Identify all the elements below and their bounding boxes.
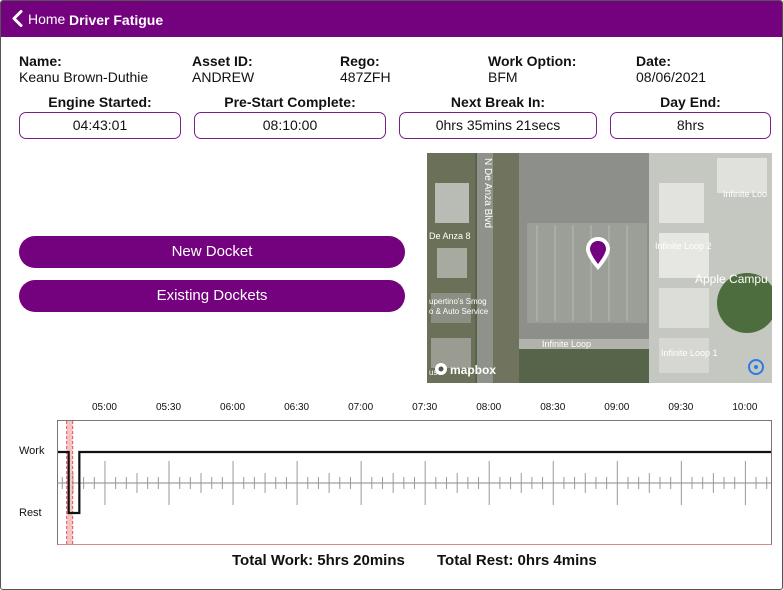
date-field: Date: 08/06/2021	[636, 53, 706, 85]
map-label-apple: Apple Campu	[695, 272, 768, 286]
rego-label: Rego:	[340, 53, 380, 69]
time-tick-label: 05:30	[156, 402, 182, 413]
work-option-label: Work Option:	[488, 53, 577, 69]
map-label-il2: Infinite Loop 2	[655, 241, 712, 251]
time-tick-label: 05:00	[91, 402, 117, 413]
day-end-label: Day End:	[660, 94, 721, 110]
map-label-smog-1: upertino's Smog	[429, 297, 487, 306]
map-label-smog-2: o & Auto Service	[429, 307, 489, 316]
new-docket-button[interactable]: New Docket	[19, 236, 405, 268]
home-back-button[interactable]: Home	[11, 10, 65, 27]
time-tick-label: 06:30	[284, 402, 310, 413]
day-end-value: 8hrs	[610, 112, 771, 139]
asset-id-field: Asset ID: ANDREW	[192, 53, 254, 85]
prestart-label: Pre-Start Complete:	[224, 94, 356, 110]
rego-value: 487ZFH	[340, 69, 391, 85]
work-option-value: BFM	[488, 69, 518, 85]
time-tick-label: 07:30	[412, 402, 438, 413]
engine-started-label: Engine Started:	[48, 94, 152, 110]
rego-field: Rego: 487ZFH	[340, 53, 391, 85]
engine-started-value: 04:43:01	[19, 112, 181, 139]
chevron-left-icon	[12, 10, 23, 27]
time-tick-label: 08:00	[476, 402, 502, 413]
next-break-value: 0hrs 35mins 21secs	[399, 112, 597, 139]
asset-label: Asset ID:	[192, 53, 253, 69]
time-tick-label: 09:30	[668, 402, 694, 413]
y-label-rest: Rest	[19, 507, 42, 519]
time-tick-label: 10:00	[732, 402, 758, 413]
time-tick-label: 08:30	[540, 402, 566, 413]
work-option-field: Work Option: BFM	[488, 53, 576, 85]
map-label-il-road: Infinite Loop	[542, 339, 591, 349]
name-label: Name:	[19, 53, 62, 69]
top-bar: Home Driver Fatigue	[1, 1, 782, 37]
app-frame: Home Driver Fatigue Name: Keanu Brown-Du…	[0, 0, 783, 590]
existing-dockets-button[interactable]: Existing Dockets	[19, 280, 405, 312]
time-tick-label: 06:00	[220, 402, 246, 413]
map-street-label: N De Anza Blvd	[482, 158, 493, 228]
fatigue-timeline-chart	[57, 420, 772, 545]
map-label-il-top: Infinite Loo	[723, 189, 767, 199]
time-tick-label: 09:00	[604, 402, 630, 413]
date-label: Date:	[636, 53, 672, 69]
time-tick-label: 07:00	[348, 402, 374, 413]
driver-name-field: Name: Keanu Brown-Duthie	[19, 53, 148, 85]
back-label: Home	[28, 10, 66, 27]
location-map[interactable]: N De Anza Blvd De Anza 8 upertino's Smog…	[427, 153, 772, 383]
y-label-work: Work	[19, 445, 45, 457]
map-label-de-anza: De Anza 8	[429, 231, 471, 241]
asset-value: ANDREW	[192, 69, 255, 85]
prestart-value: 08:10:00	[194, 112, 386, 139]
map-attribution: mapbox	[450, 363, 496, 377]
page-title: Driver Fatigue	[69, 12, 164, 28]
next-break-label: Next Break In:	[450, 94, 546, 110]
total-rest: Total Rest: 0hrs 4mins	[437, 552, 597, 569]
date-value: 08/06/2021	[636, 69, 707, 85]
name-value: Keanu Brown-Duthie	[19, 69, 149, 85]
total-work: Total Work: 5hrs 20mins	[232, 552, 405, 569]
map-label-il1: Infinite Loop 1	[661, 348, 718, 358]
